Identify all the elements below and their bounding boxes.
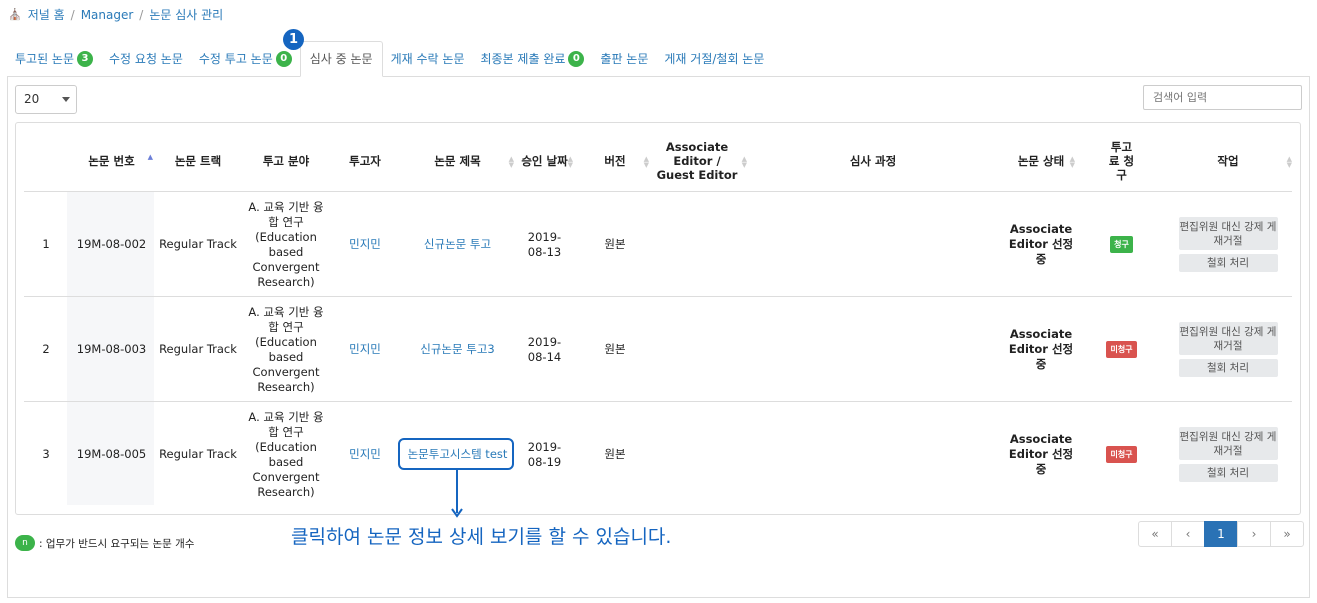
paper-track: Regular Track <box>159 342 237 356</box>
approval-date: 2019-08-13 <box>527 229 562 259</box>
home-icon: ⛪ <box>8 8 22 21</box>
force-reject-button[interactable]: 편집위원 대신 강제 게재거절 <box>1178 322 1278 355</box>
col-actions[interactable]: 작업 ▲ ▼ <box>1168 130 1292 192</box>
pagination: « ‹ 1 › » <box>1138 521 1304 547</box>
breadcrumb-current[interactable]: 논문 심사 관리 <box>149 6 223 23</box>
version: 원본 <box>604 237 626 251</box>
col-editor[interactable]: Associate Editor / Guest Editor ▲ ▼ <box>655 130 747 192</box>
approval-date: 2019-08-19 <box>527 439 562 469</box>
table-row: 1 19M-08-002 Regular Track A. 교육 기반 융합 연… <box>24 192 1292 297</box>
tab-under-review[interactable]: 심사 중 논문 <box>299 41 383 77</box>
table-row: 2 19M-08-003 Regular Track A. 교육 기반 융합 연… <box>24 297 1292 402</box>
col-review-process[interactable]: 심사 과정 <box>739 130 1007 192</box>
tab-revision-requested[interactable]: 수정 요청 논문 <box>101 42 191 76</box>
callout-text: 클릭하여 논문 정보 상세 보기를 할 수 있습니다. <box>291 526 672 548</box>
page-size-select[interactable]: 20 <box>15 85 77 114</box>
breadcrumb-manager[interactable]: Manager <box>81 8 134 22</box>
col-status[interactable]: 논문 상태 ▲ ▼ <box>1007 130 1075 192</box>
fee-badge: 미청구 <box>1106 446 1137 463</box>
sort-icon: ▲ ▼ <box>567 155 573 169</box>
withdraw-button[interactable]: 철회 처리 <box>1178 359 1278 377</box>
count-badge: 0 <box>275 50 292 67</box>
chevron-down-icon <box>62 97 70 102</box>
paper-status: Associate Editor 선정 중 <box>1008 432 1074 476</box>
fee-badge: 청구 <box>1110 236 1133 253</box>
tab-rejected-withdrawn[interactable]: 게재 거절/철회 논문 <box>656 42 772 76</box>
title-highlight-box <box>398 438 514 470</box>
paper-field: A. 교육 기반 융합 연구(Education based Convergen… <box>248 409 324 499</box>
first-page-button[interactable]: « <box>1138 521 1172 547</box>
withdraw-button[interactable]: 철회 처리 <box>1178 254 1278 272</box>
col-author[interactable]: 투고자 <box>331 130 399 192</box>
paper-title-link[interactable]: 신규논문 투고 <box>399 192 516 297</box>
paper-status: Associate Editor 선정 중 <box>1008 327 1074 371</box>
legend-badge: n <box>15 535 35 551</box>
sort-icon: ▲ ▼ <box>508 155 514 169</box>
force-reject-button[interactable]: 편집위원 대신 강제 게재거절 <box>1178 217 1278 250</box>
col-field[interactable]: 투고 분야 <box>241 130 331 192</box>
count-badge: 0 <box>568 50 585 67</box>
col-fee[interactable]: 투고료 청구 <box>1094 130 1149 192</box>
step-marker: 1 <box>283 29 304 50</box>
paper-track: Regular Track <box>159 237 237 251</box>
author-link[interactable]: 민지민 <box>331 192 399 297</box>
fee-badge: 미청구 <box>1106 341 1137 358</box>
paper-id: 19M-08-002 <box>76 237 147 251</box>
legend-text: : 업무가 반드시 요구되는 논문 개수 <box>39 537 195 550</box>
last-page-button[interactable]: » <box>1270 521 1304 547</box>
force-reject-button[interactable]: 편집위원 대신 강제 게재거절 <box>1178 427 1278 460</box>
row-number: 2 <box>42 342 50 356</box>
tab-revised-submitted[interactable]: 수정 투고 논문 0 <box>191 42 300 76</box>
arrowhead-icon <box>451 508 463 518</box>
legend: n : 업무가 반드시 요구되는 논문 개수 <box>15 535 194 551</box>
tab-accepted[interactable]: 게재 수락 논문 <box>383 42 473 76</box>
count-badge: 3 <box>77 50 94 67</box>
col-track[interactable]: 논문 트랙 <box>155 130 241 192</box>
sort-icon: ▲ ▼ <box>1069 155 1075 169</box>
sort-asc-icon: ▲ <box>147 153 153 161</box>
sort-icon: ▲ ▼ <box>1286 155 1292 169</box>
row-number: 1 <box>42 237 50 251</box>
sort-icon: ▲ ▼ <box>643 155 649 169</box>
author-link[interactable]: 민지민 <box>331 297 399 402</box>
tab-final-submitted[interactable]: 최종본 제출 완료 0 <box>472 42 592 76</box>
paper-field: A. 교육 기반 융합 연구(Education based Convergen… <box>248 199 324 289</box>
author-link[interactable]: 민지민 <box>331 402 399 507</box>
paper-status: Associate Editor 선정 중 <box>1008 222 1074 266</box>
paper-id: 19M-08-003 <box>76 342 147 356</box>
breadcrumb: ⛪ 저널 홈 / Manager / 논문 심사 관리 <box>8 6 224 23</box>
tab-bar: 투고된 논문 3 수정 요청 논문 수정 투고 논문 0 심사 중 논문 게재 수락… <box>7 41 1310 77</box>
next-page-button[interactable]: › <box>1237 521 1271 547</box>
table-row: 3 19M-08-005 Regular Track A. 교육 기반 융합 연… <box>24 402 1292 507</box>
prev-page-button[interactable]: ‹ <box>1171 521 1205 547</box>
search-input[interactable] <box>1143 85 1302 110</box>
paper-title-link[interactable]: 신규논문 투고3 <box>399 297 516 402</box>
tab-published[interactable]: 출판 논문 <box>592 42 656 76</box>
version: 원본 <box>604 342 626 356</box>
row-number: 3 <box>42 447 50 461</box>
paper-id: 19M-08-005 <box>76 447 147 461</box>
table-header: 논문 번호 ▲ 논문 트랙 투고 분야 투고자 논문 제목 ▲ ▼ 승인 날짜 ▲ ▼ 버… <box>24 130 1292 192</box>
withdraw-button[interactable]: 철회 처리 <box>1178 464 1278 482</box>
paper-track: Regular Track <box>159 447 237 461</box>
tab-submitted[interactable]: 투고된 논문 3 <box>7 42 101 76</box>
col-title[interactable]: 논문 제목 ▲ ▼ <box>399 130 516 192</box>
arrow-down-icon <box>456 470 458 513</box>
col-paper-id[interactable]: 논문 번호 ▲ <box>68 130 155 192</box>
page-1-button[interactable]: 1 <box>1204 521 1238 547</box>
paper-field: A. 교육 기반 융합 연구(Education based Convergen… <box>248 304 324 394</box>
col-date[interactable]: 승인 날짜 ▲ ▼ <box>516 130 573 192</box>
version: 원본 <box>604 447 626 461</box>
approval-date: 2019-08-14 <box>527 334 562 364</box>
breadcrumb-home[interactable]: 저널 홈 <box>28 6 65 23</box>
col-version[interactable]: 버전 ▲ ▼ <box>585 130 649 192</box>
